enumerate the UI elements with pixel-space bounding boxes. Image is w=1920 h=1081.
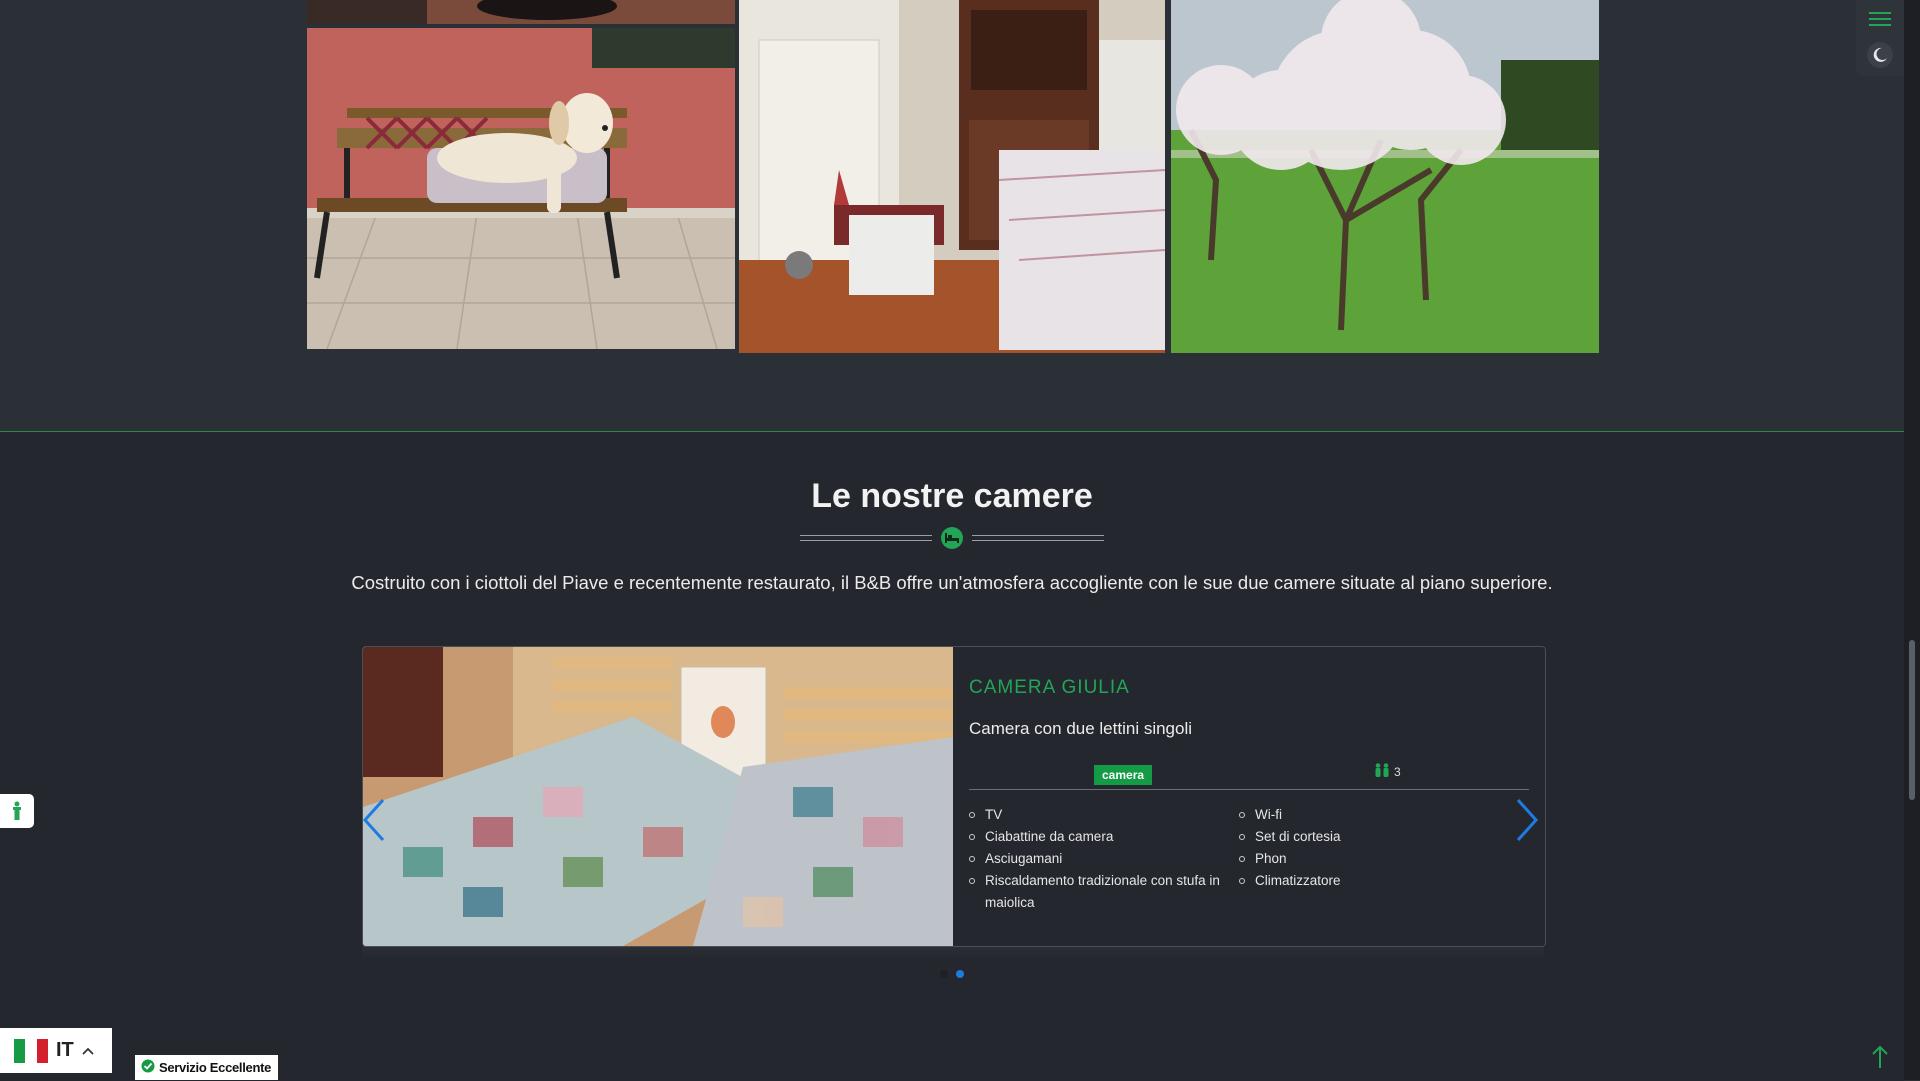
- people-icon: [1373, 763, 1391, 780]
- list-item: Phon: [1239, 848, 1509, 870]
- list-item: Riscaldamento tradizionale con stufa in …: [969, 870, 1239, 914]
- carousel-next-button[interactable]: [1512, 796, 1542, 844]
- list-item: Ciabattine da camera: [969, 826, 1239, 848]
- scroll-to-top-button[interactable]: [1868, 1044, 1892, 1070]
- scrollbar-thumb[interactable]: [1909, 640, 1915, 800]
- excellence-badge[interactable]: Servizio Eccellente: [135, 1055, 279, 1080]
- carousel-dot-active[interactable]: [956, 970, 964, 978]
- top-right-toolbar: [1856, 0, 1904, 76]
- photo-gallery: [0, 0, 1904, 431]
- room-name[interactable]: CAMERA GIULIA: [969, 677, 1529, 699]
- list-item: TV: [969, 804, 1239, 826]
- room-card: CAMERA GIULIA Camera con due lettini sin…: [362, 646, 1546, 947]
- language-selector[interactable]: IT: [0, 1028, 112, 1073]
- room-details: CAMERA GIULIA Camera con due lettini sin…: [969, 677, 1529, 914]
- hamburger-icon[interactable]: [1869, 8, 1891, 30]
- chevron-right-icon: [1516, 798, 1539, 842]
- page-scrollbar[interactable]: [1904, 0, 1920, 1080]
- room-photo: [363, 647, 953, 946]
- accessibility-icon[interactable]: [0, 794, 34, 828]
- moon-icon[interactable]: [1867, 42, 1893, 68]
- section-divider: [800, 527, 1104, 549]
- carousel-dot[interactable]: [940, 970, 948, 978]
- language-code: IT: [56, 1039, 74, 1061]
- bed-icon: [941, 527, 963, 549]
- features-left: TV Ciabattine da camera Asciugamani Risc…: [969, 804, 1239, 914]
- gallery-photo-breakfast-room[interactable]: [739, 0, 1165, 353]
- chevron-up-icon: [82, 1042, 94, 1060]
- room-meta: camera 3: [969, 763, 1529, 790]
- room-description: Camera con due lettini singoli: [969, 719, 1193, 738]
- gallery-photo-partial[interactable]: [307, 0, 735, 24]
- room-features: TV Ciabattine da camera Asciugamani Risc…: [969, 804, 1529, 914]
- section-title: Le nostre camere: [811, 477, 1093, 515]
- rooms-section: Le nostre camere Costruito con i ciottol…: [0, 431, 1904, 1081]
- list-item: Set di cortesia: [1239, 826, 1509, 848]
- check-circle-icon: [141, 1059, 155, 1076]
- gallery-photo-blossom-tree[interactable]: [1171, 0, 1599, 353]
- carousel-prev-button[interactable]: [359, 796, 389, 844]
- badge-text: Servizio Eccellente: [159, 1060, 272, 1075]
- gallery-photo-dog-on-bench[interactable]: [307, 28, 735, 349]
- features-right: Wi-fi Set di cortesia Phon Climatizzator…: [1239, 804, 1509, 914]
- guest-count: 3: [1394, 764, 1401, 779]
- list-item: Wi-fi: [1239, 804, 1509, 826]
- carousel-indicators: [940, 970, 964, 978]
- list-item: Asciugamani: [969, 848, 1239, 870]
- italy-flag-icon: [14, 1038, 48, 1063]
- room-type-badge: camera: [1094, 765, 1153, 785]
- arrow-up-icon: [1872, 1045, 1888, 1068]
- room-guests: 3: [1373, 763, 1401, 780]
- section-intro: Costruito con i ciottoli del Piave e rec…: [351, 572, 1553, 593]
- list-item: Climatizzatore: [1239, 870, 1509, 892]
- chevron-left-icon: [362, 798, 385, 842]
